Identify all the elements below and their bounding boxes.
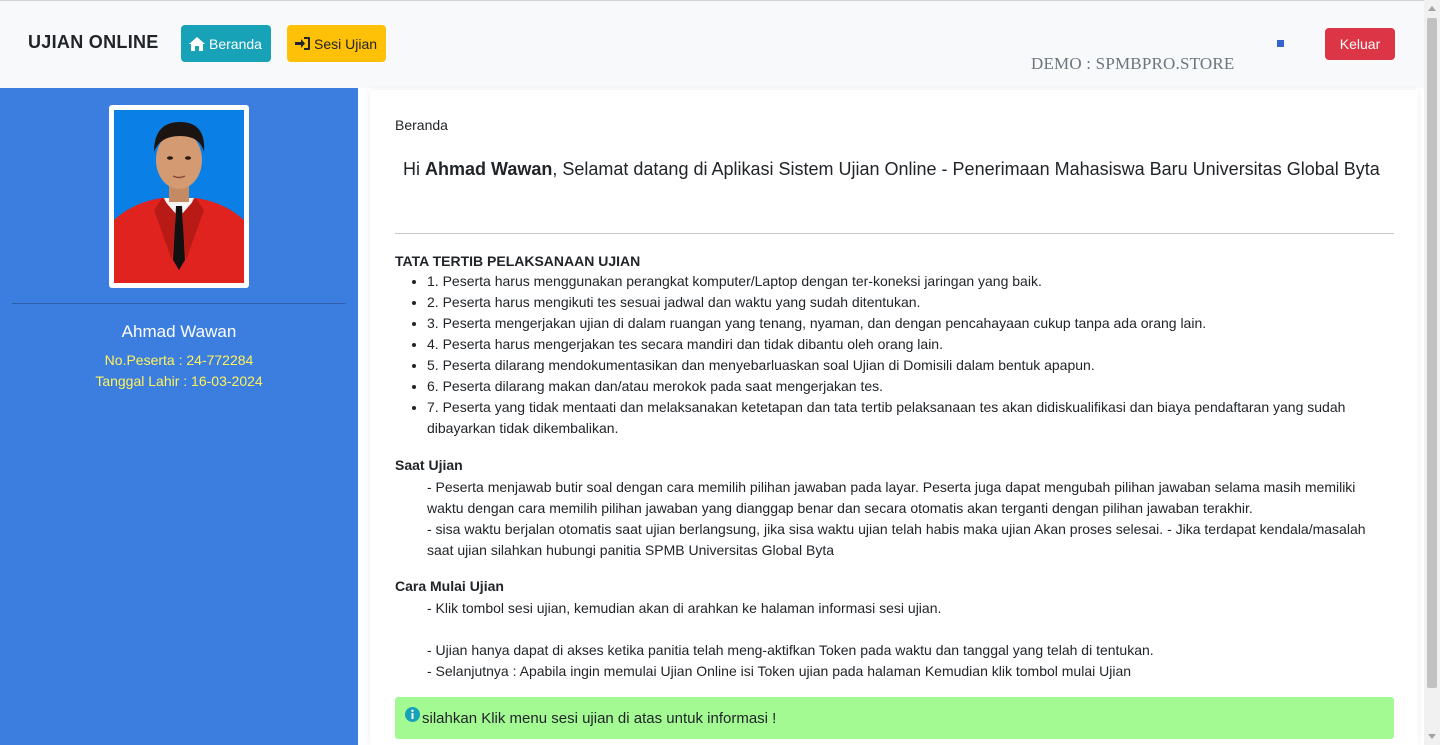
list-item: 2. Peserta harus mengikuti tes sesuai ja… [427, 292, 1417, 313]
list-item: 5. Peserta dilarang mendokumentasikan da… [427, 355, 1417, 376]
content-divider [395, 233, 1394, 234]
rules-title: TATA TERTIB PELAKSANAAN UJIAN [395, 253, 641, 269]
session-button-label: Sesi Ujian [314, 35, 378, 52]
scroll-down-arrow-icon[interactable] [1428, 734, 1436, 739]
status-indicator [1277, 40, 1284, 47]
scrollbar-thumb[interactable] [1427, 18, 1437, 688]
list-item: 4. Peserta harus mengerjakan tes secara … [427, 334, 1417, 355]
sidebar: Ahmad Wawan No.Peserta : 24-772284 Tangg… [0, 88, 358, 745]
welcome-name: Ahmad Wawan [425, 159, 553, 179]
logout-button[interactable]: Keluar [1325, 28, 1395, 60]
list-item: 6. Peserta dilarang makan dan/atau merok… [427, 376, 1417, 397]
demo-watermark: DEMO : SPMBPRO.STORE [1031, 54, 1235, 73]
during-exam-paragraph-1: - Peserta menjawab butir soal dengan car… [427, 479, 1356, 516]
student-name: Ahmad Wawan [121, 322, 237, 341]
home-button[interactable]: Beranda [181, 25, 271, 62]
avatar [114, 110, 244, 283]
during-exam-title: Saat Ujian [395, 457, 463, 473]
info-alert: silahkan Klik menu sesi ujian di atas un… [395, 697, 1394, 739]
alert-text: silahkan Klik menu sesi ujian di atas un… [422, 709, 777, 727]
welcome-prefix: Hi [403, 159, 425, 179]
list-item: 3. Peserta mengerjakan ujian di dalam ru… [427, 313, 1417, 334]
rules-list: 1. Peserta harus menggunakan perangkat k… [395, 271, 1417, 439]
sidebar-divider [12, 303, 346, 304]
welcome-message: Hi Ahmad Wawan, Selamat datang di Aplika… [403, 159, 1383, 180]
how-to-start-line-1: - Klik tombol sesi ujian, kemudian akan … [427, 600, 942, 616]
how-to-start-line-3: - Selanjutnya : Apabila ingin memulai Uj… [427, 663, 1132, 679]
profile-photo [109, 105, 249, 288]
home-button-label: Beranda [209, 35, 262, 52]
sign-in-icon [295, 37, 310, 50]
birth-date: Tanggal Lahir : 16-03-2024 [95, 373, 263, 389]
page-scrollbar[interactable] [1424, 0, 1440, 745]
info-circle-icon [405, 706, 420, 722]
session-button[interactable]: Sesi Ujian [287, 25, 386, 62]
main-content: Beranda Hi Ahmad Wawan, Selamat datang d… [370, 90, 1418, 745]
how-to-start-title: Cara Mulai Ujian [395, 578, 504, 594]
breadcrumb: Beranda [395, 117, 448, 133]
app-brand[interactable]: UJIAN ONLINE [28, 32, 159, 53]
top-navbar: UJIAN ONLINE Beranda Sesi Ujian DEMO : S… [0, 0, 1424, 88]
participant-number: No.Peserta : 24-772284 [104, 352, 254, 368]
list-item: 7. Peserta yang tidak mentaati dan melak… [427, 397, 1417, 439]
scroll-up-arrow-icon[interactable] [1428, 6, 1436, 11]
welcome-suffix: , Selamat datang di Aplikasi Sistem Ujia… [552, 159, 1380, 179]
home-icon [189, 36, 205, 51]
how-to-start-line-2: - Ujian hanya dapat di akses ketika pani… [427, 642, 1154, 658]
during-exam-paragraph-2: - sisa waktu berjalan otomatis saat ujia… [427, 521, 1366, 558]
list-item: 1. Peserta harus menggunakan perangkat k… [427, 271, 1417, 292]
